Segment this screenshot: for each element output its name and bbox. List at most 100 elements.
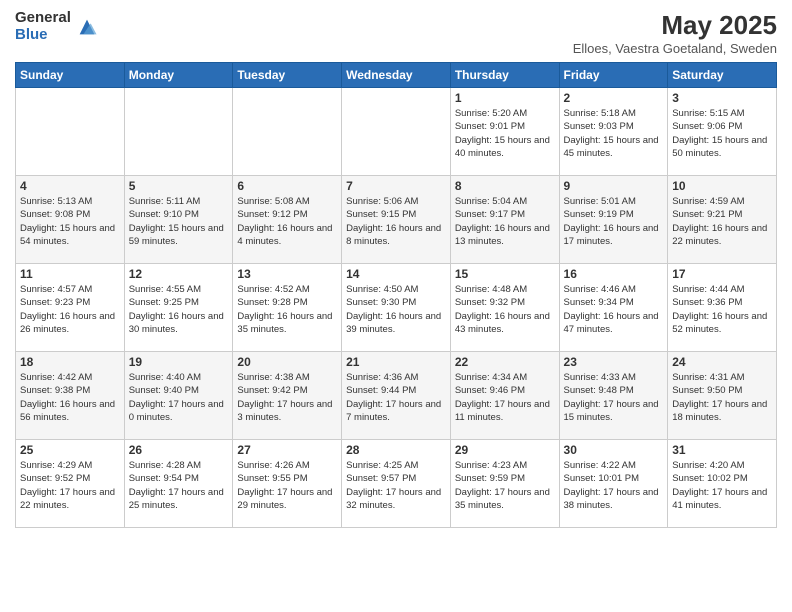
page: General Blue May 2025 Elloes, Vaestra Go… (0, 0, 792, 612)
day-info: Sunrise: 4:57 AM Sunset: 9:23 PM Dayligh… (20, 283, 120, 336)
calendar-cell: 1Sunrise: 5:20 AM Sunset: 9:01 PM Daylig… (450, 88, 559, 176)
calendar-cell: 24 Sunrise: 4:31 AM Sunset: 9:50 PM Dayli… (668, 352, 777, 440)
day-number: 16 (564, 267, 664, 281)
calendar-cell: 11 Sunrise: 4:57 AM Sunset: 9:23 PM Dayli… (16, 264, 125, 352)
calendar-cell: 8 Sunrise: 5:04 AM Sunset: 9:17 PM Daylig… (450, 176, 559, 264)
day-number: 2 (564, 91, 664, 105)
day-number: 10 (672, 179, 772, 193)
col-tuesday: Tuesday (233, 63, 342, 88)
calendar-cell: 31 Sunrise: 4:20 AM Sunset: 10:02 PM Dayl… (668, 440, 777, 528)
logo-blue-text: Blue (15, 27, 71, 44)
calendar-cell (16, 88, 125, 176)
calendar-week-row: 25Sunrise: 4:29 AM Sunset: 9:52 PM Dayli… (16, 440, 777, 528)
day-number: 8 (455, 179, 555, 193)
day-number: 21 (346, 355, 446, 369)
calendar-cell: 16 Sunrise: 4:46 AM Sunset: 9:34 PM Dayli… (559, 264, 668, 352)
header-row: Sunday Monday Tuesday Wednesday Thursday… (16, 63, 777, 88)
day-number: 11 (20, 267, 120, 281)
col-wednesday: Wednesday (342, 63, 451, 88)
day-number: 4 (20, 179, 120, 193)
day-info: Sunrise: 5:13 AM Sunset: 9:08 PM Dayligh… (20, 195, 120, 248)
day-number: 28 (346, 443, 446, 457)
day-number: 30 (564, 443, 664, 457)
day-number: 13 (237, 267, 337, 281)
day-info: Sunrise: 4:44 AM Sunset: 9:36 PM Dayligh… (672, 283, 772, 336)
day-number: 20 (237, 355, 337, 369)
header-right: May 2025 Elloes, Vaestra Goetaland, Swed… (573, 10, 777, 56)
calendar-cell: 7Sunrise: 5:06 AM Sunset: 9:15 PM Daylig… (342, 176, 451, 264)
calendar-cell: 10 Sunrise: 4:59 AM Sunset: 9:21 PM Dayli… (668, 176, 777, 264)
day-number: 23 (564, 355, 664, 369)
calendar-cell: 3 Sunrise: 5:15 AM Sunset: 9:06 PM Daylig… (668, 88, 777, 176)
day-info: Sunrise: 4:20 AM Sunset: 10:02 PM Daylig… (672, 459, 772, 512)
day-info: Sunrise: 4:55 AM Sunset: 9:25 PM Dayligh… (129, 283, 229, 336)
calendar-cell: 15 Sunrise: 4:48 AM Sunset: 9:32 PM Dayli… (450, 264, 559, 352)
day-number: 9 (564, 179, 664, 193)
day-info: Sunrise: 4:33 AM Sunset: 9:48 PM Dayligh… (564, 371, 664, 424)
day-number: 22 (455, 355, 555, 369)
col-saturday: Saturday (668, 63, 777, 88)
logo: General Blue (15, 10, 98, 43)
calendar-week-row: 4 Sunrise: 5:13 AM Sunset: 9:08 PM Daylig… (16, 176, 777, 264)
calendar-cell: 5Sunrise: 5:11 AM Sunset: 9:10 PM Daylig… (124, 176, 233, 264)
day-number: 12 (129, 267, 229, 281)
day-number: 18 (20, 355, 120, 369)
day-info: Sunrise: 4:34 AM Sunset: 9:46 PM Dayligh… (455, 371, 555, 424)
day-info: Sunrise: 4:46 AM Sunset: 9:34 PM Dayligh… (564, 283, 664, 336)
day-number: 3 (672, 91, 772, 105)
day-info: Sunrise: 4:26 AM Sunset: 9:55 PM Dayligh… (237, 459, 337, 512)
logo-general-text: General (15, 10, 71, 27)
day-number: 14 (346, 267, 446, 281)
day-info: Sunrise: 5:18 AM Sunset: 9:03 PM Dayligh… (564, 107, 664, 160)
day-info: Sunrise: 5:01 AM Sunset: 9:19 PM Dayligh… (564, 195, 664, 248)
day-info: Sunrise: 4:50 AM Sunset: 9:30 PM Dayligh… (346, 283, 446, 336)
day-number: 19 (129, 355, 229, 369)
calendar-week-row: 11 Sunrise: 4:57 AM Sunset: 9:23 PM Dayli… (16, 264, 777, 352)
day-info: Sunrise: 4:48 AM Sunset: 9:32 PM Dayligh… (455, 283, 555, 336)
day-number: 7 (346, 179, 446, 193)
day-info: Sunrise: 4:31 AM Sunset: 9:50 PM Dayligh… (672, 371, 772, 424)
calendar-cell: 14 Sunrise: 4:50 AM Sunset: 9:30 PM Dayli… (342, 264, 451, 352)
day-number: 31 (672, 443, 772, 457)
day-number: 15 (455, 267, 555, 281)
calendar-table: Sunday Monday Tuesday Wednesday Thursday… (15, 62, 777, 528)
day-info: Sunrise: 4:52 AM Sunset: 9:28 PM Dayligh… (237, 283, 337, 336)
day-info: Sunrise: 4:42 AM Sunset: 9:38 PM Dayligh… (20, 371, 120, 424)
calendar-cell: 30 Sunrise: 4:22 AM Sunset: 10:01 PM Dayl… (559, 440, 668, 528)
col-sunday: Sunday (16, 63, 125, 88)
col-monday: Monday (124, 63, 233, 88)
day-info: Sunrise: 4:23 AM Sunset: 9:59 PM Dayligh… (455, 459, 555, 512)
day-info: Sunrise: 4:29 AM Sunset: 9:52 PM Dayligh… (20, 459, 120, 512)
calendar-cell: 13 Sunrise: 4:52 AM Sunset: 9:28 PM Dayli… (233, 264, 342, 352)
day-info: Sunrise: 4:36 AM Sunset: 9:44 PM Dayligh… (346, 371, 446, 424)
calendar-cell: 4 Sunrise: 5:13 AM Sunset: 9:08 PM Daylig… (16, 176, 125, 264)
day-info: Sunrise: 4:28 AM Sunset: 9:54 PM Dayligh… (129, 459, 229, 512)
calendar-cell: 23 Sunrise: 4:33 AM Sunset: 9:48 PM Dayli… (559, 352, 668, 440)
calendar-cell: 2 Sunrise: 5:18 AM Sunset: 9:03 PM Daylig… (559, 88, 668, 176)
calendar-cell: 6Sunrise: 5:08 AM Sunset: 9:12 PM Daylig… (233, 176, 342, 264)
day-number: 5 (129, 179, 229, 193)
day-number: 26 (129, 443, 229, 457)
location-title: Elloes, Vaestra Goetaland, Sweden (573, 41, 777, 56)
day-info: Sunrise: 5:08 AM Sunset: 9:12 PM Dayligh… (237, 195, 337, 248)
day-info: Sunrise: 5:04 AM Sunset: 9:17 PM Dayligh… (455, 195, 555, 248)
day-number: 24 (672, 355, 772, 369)
day-info: Sunrise: 4:22 AM Sunset: 10:01 PM Daylig… (564, 459, 664, 512)
month-title: May 2025 (573, 10, 777, 41)
calendar-cell (124, 88, 233, 176)
day-number: 29 (455, 443, 555, 457)
calendar-cell: 20Sunrise: 4:38 AM Sunset: 9:42 PM Dayli… (233, 352, 342, 440)
calendar-cell: 12 Sunrise: 4:55 AM Sunset: 9:25 PM Dayli… (124, 264, 233, 352)
day-number: 1 (455, 91, 555, 105)
calendar-cell: 29 Sunrise: 4:23 AM Sunset: 9:59 PM Dayli… (450, 440, 559, 528)
day-info: Sunrise: 5:15 AM Sunset: 9:06 PM Dayligh… (672, 107, 772, 160)
calendar-cell: 22 Sunrise: 4:34 AM Sunset: 9:46 PM Dayli… (450, 352, 559, 440)
day-info: Sunrise: 4:59 AM Sunset: 9:21 PM Dayligh… (672, 195, 772, 248)
day-number: 17 (672, 267, 772, 281)
calendar-cell: 17 Sunrise: 4:44 AM Sunset: 9:36 PM Dayli… (668, 264, 777, 352)
calendar-week-row: 1Sunrise: 5:20 AM Sunset: 9:01 PM Daylig… (16, 88, 777, 176)
day-info: Sunrise: 4:25 AM Sunset: 9:57 PM Dayligh… (346, 459, 446, 512)
header: General Blue May 2025 Elloes, Vaestra Go… (15, 10, 777, 56)
day-number: 27 (237, 443, 337, 457)
calendar-cell: 28 Sunrise: 4:25 AM Sunset: 9:57 PM Dayli… (342, 440, 451, 528)
